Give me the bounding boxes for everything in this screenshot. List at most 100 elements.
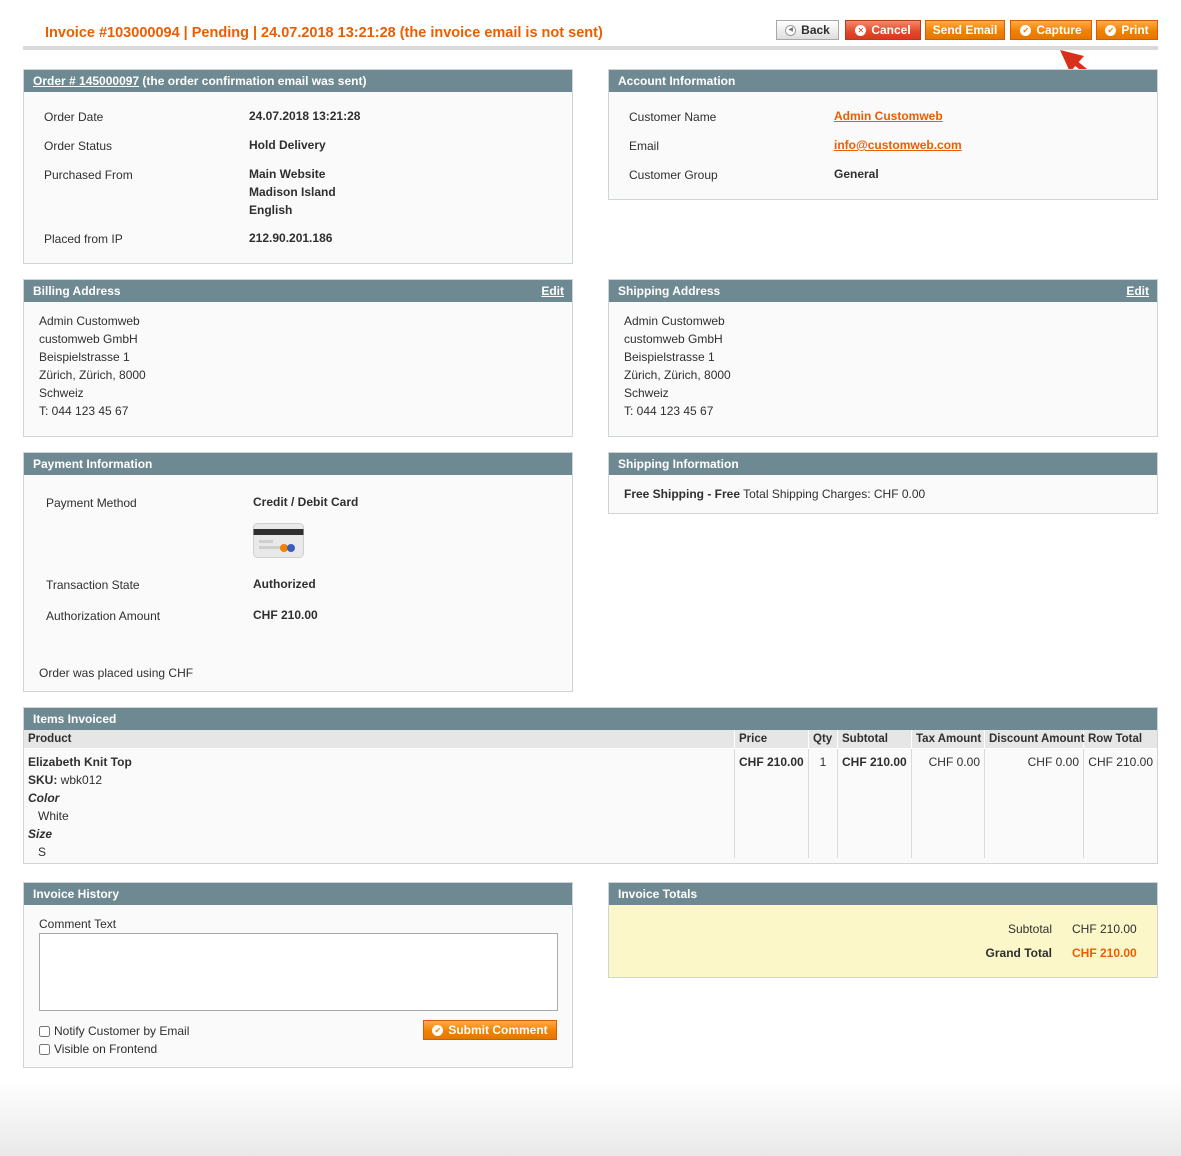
visible-frontend-label: Visible on Frontend xyxy=(54,1042,158,1056)
address-line: Zürich, Zürich, 8000 xyxy=(624,368,731,382)
order-date-label: Order Date xyxy=(44,110,104,124)
purchased-from-view: English xyxy=(249,203,293,217)
comment-textarea[interactable] xyxy=(39,933,558,1011)
email-label: Email xyxy=(629,139,660,153)
column-header-product: Product xyxy=(24,730,735,748)
visible-frontend-checkbox-row[interactable]: Visible on Frontend xyxy=(39,1042,157,1056)
order-info-header: Order # 145000097 (the order confirmatio… xyxy=(24,70,572,92)
order-info-box: Order # 145000097 (the order confirmatio… xyxy=(23,69,573,264)
shipping-info-box: Shipping Information Free Shipping - Fre… xyxy=(608,452,1158,514)
arrow-left-icon: ◀ xyxy=(785,24,797,36)
back-button[interactable]: ◀ Back xyxy=(776,20,839,40)
purchased-from-website: Main Website xyxy=(249,167,326,181)
row-total-cell: CHF 210.00 xyxy=(1088,755,1153,769)
submit-comment-button[interactable]: ✔ Submit Comment xyxy=(423,1020,557,1040)
items-table: Product Price Qty Subtotal Tax Amount Di… xyxy=(24,730,1157,859)
check-icon: ✔ xyxy=(1020,24,1032,36)
billing-address-header: Billing Address Edit xyxy=(24,280,572,302)
column-header-discount-amount: Discount Amount xyxy=(985,730,1084,748)
authorization-amount-value: CHF 210.00 xyxy=(253,608,318,622)
shipping-address-box: Shipping Address Edit Admin Customweb cu… xyxy=(608,279,1158,437)
billing-edit-link[interactable]: Edit xyxy=(541,280,564,302)
customer-name-label: Customer Name xyxy=(629,110,717,124)
payment-method-value: Credit / Debit Card xyxy=(253,495,359,509)
visible-frontend-checkbox[interactable] xyxy=(39,1043,50,1055)
billing-address-lines: Admin Customweb customweb GmbH Beispiels… xyxy=(39,312,146,420)
cancel-button[interactable]: ✕ Cancel xyxy=(845,20,921,40)
customer-name-link[interactable]: Admin Customweb xyxy=(834,107,943,125)
order-link[interactable]: Order # 145000097 xyxy=(33,74,139,88)
page-title: Invoice #103000094 | Pending | 24.07.201… xyxy=(45,25,603,41)
product-name: Elizabeth Knit Top xyxy=(28,755,132,769)
tax-cell: CHF 0.00 xyxy=(912,749,985,858)
option-size-label: Size xyxy=(28,827,53,841)
comment-text-label: Comment Text xyxy=(39,917,117,931)
invoice-totals-header: Invoice Totals xyxy=(609,883,1157,905)
address-line: Schweiz xyxy=(39,386,84,400)
capture-button[interactable]: ✔ Capture xyxy=(1010,20,1092,40)
items-invoiced-box: Items Invoiced Product Price Qty Subtota… xyxy=(23,707,1158,864)
shipping-address-lines: Admin Customweb customweb GmbH Beispiels… xyxy=(624,312,731,420)
billing-address-box: Billing Address Edit Admin Customweb cus… xyxy=(23,279,573,437)
order-status-value: Hold Delivery xyxy=(249,138,326,152)
transaction-state-value: Authorized xyxy=(253,577,316,591)
title-divider xyxy=(23,46,1158,50)
address-line: Admin Customweb xyxy=(39,314,140,328)
invoice-totals-box: Invoice Totals Subtotal CHF 210.00 Grand… xyxy=(608,882,1158,978)
order-date-value: 24.07.2018 13:21:28 xyxy=(249,109,361,123)
price-cell: CHF 210.00 xyxy=(735,749,809,858)
email-link[interactable]: info@customweb.com xyxy=(834,136,962,154)
shipping-edit-link[interactable]: Edit xyxy=(1126,280,1149,302)
address-line: customweb GmbH xyxy=(624,332,723,346)
shipping-charges: Total Shipping Charges: CHF 0.00 xyxy=(740,487,926,501)
notify-customer-checkbox-row[interactable]: Notify Customer by Email xyxy=(39,1024,189,1038)
notify-customer-label: Notify Customer by Email xyxy=(54,1024,190,1038)
address-line: customweb GmbH xyxy=(39,332,138,346)
invoice-history-box: Invoice History Comment Text Notify Cust… xyxy=(23,882,573,1068)
customer-group-label: Customer Group xyxy=(629,168,718,182)
payment-method-label: Payment Method xyxy=(46,496,137,510)
grand-total-label: Grand Total xyxy=(985,946,1052,960)
table-header-row: Product Price Qty Subtotal Tax Amount Di… xyxy=(24,730,1157,749)
print-button[interactable]: ✔ Print xyxy=(1096,20,1158,40)
authorization-amount-label: Authorization Amount xyxy=(46,609,161,623)
address-line: Beispielstrasse 1 xyxy=(39,350,130,364)
send-email-button[interactable]: Send Email xyxy=(925,20,1005,40)
order-email-note: (the order confirmation email was sent) xyxy=(139,74,367,88)
shipping-method: Free Shipping - Free xyxy=(624,487,741,501)
address-line: T: 044 123 45 67 xyxy=(39,404,129,418)
placed-ip-value: 212.90.201.186 xyxy=(249,231,333,245)
address-line: Zürich, Zürich, 8000 xyxy=(39,368,146,382)
items-invoiced-header: Items Invoiced xyxy=(24,708,1157,730)
grand-total-value: CHF 210.00 xyxy=(1072,946,1137,960)
account-info-header: Account Information xyxy=(609,70,1157,92)
column-header-row-total: Row Total xyxy=(1088,733,1143,745)
product-cell: Elizabeth Knit Top SKU: wbk012 Color Whi… xyxy=(24,749,735,859)
cancel-icon: ✕ xyxy=(855,24,867,36)
notify-customer-checkbox[interactable] xyxy=(39,1025,50,1037)
column-header-qty: Qty xyxy=(809,730,838,748)
payment-info-box: Payment Information Payment Method Credi… xyxy=(23,452,573,692)
shipping-method-text: Free Shipping - Free Total Shipping Char… xyxy=(624,487,925,501)
check-icon: ✔ xyxy=(432,1024,444,1036)
address-line: Schweiz xyxy=(624,386,669,400)
transaction-state-label: Transaction State xyxy=(46,578,140,592)
option-color-value: White xyxy=(38,809,69,823)
subtotal-label: Subtotal xyxy=(1007,922,1052,936)
column-header-subtotal: Subtotal xyxy=(838,730,912,748)
table-row: Elizabeth Knit Top SKU: wbk012 Color Whi… xyxy=(24,749,1157,859)
address-line: Admin Customweb xyxy=(624,314,725,328)
column-header-price: Price xyxy=(735,730,809,748)
shipping-address-header: Shipping Address Edit xyxy=(609,280,1157,302)
column-header-tax-amount: Tax Amount xyxy=(912,730,985,748)
payment-info-header: Payment Information xyxy=(24,453,572,475)
purchased-from-label: Purchased From xyxy=(44,168,133,182)
discount-cell: CHF 0.00 xyxy=(985,749,1084,858)
purchased-from-store: Madison Island xyxy=(249,185,336,199)
product-sku: SKU: wbk012 xyxy=(28,773,103,787)
invoice-history-header: Invoice History xyxy=(24,883,572,905)
order-status-label: Order Status xyxy=(44,139,113,153)
credit-card-icon xyxy=(253,523,304,558)
address-line: T: 044 123 45 67 xyxy=(624,404,714,418)
address-line: Beispielstrasse 1 xyxy=(624,350,715,364)
